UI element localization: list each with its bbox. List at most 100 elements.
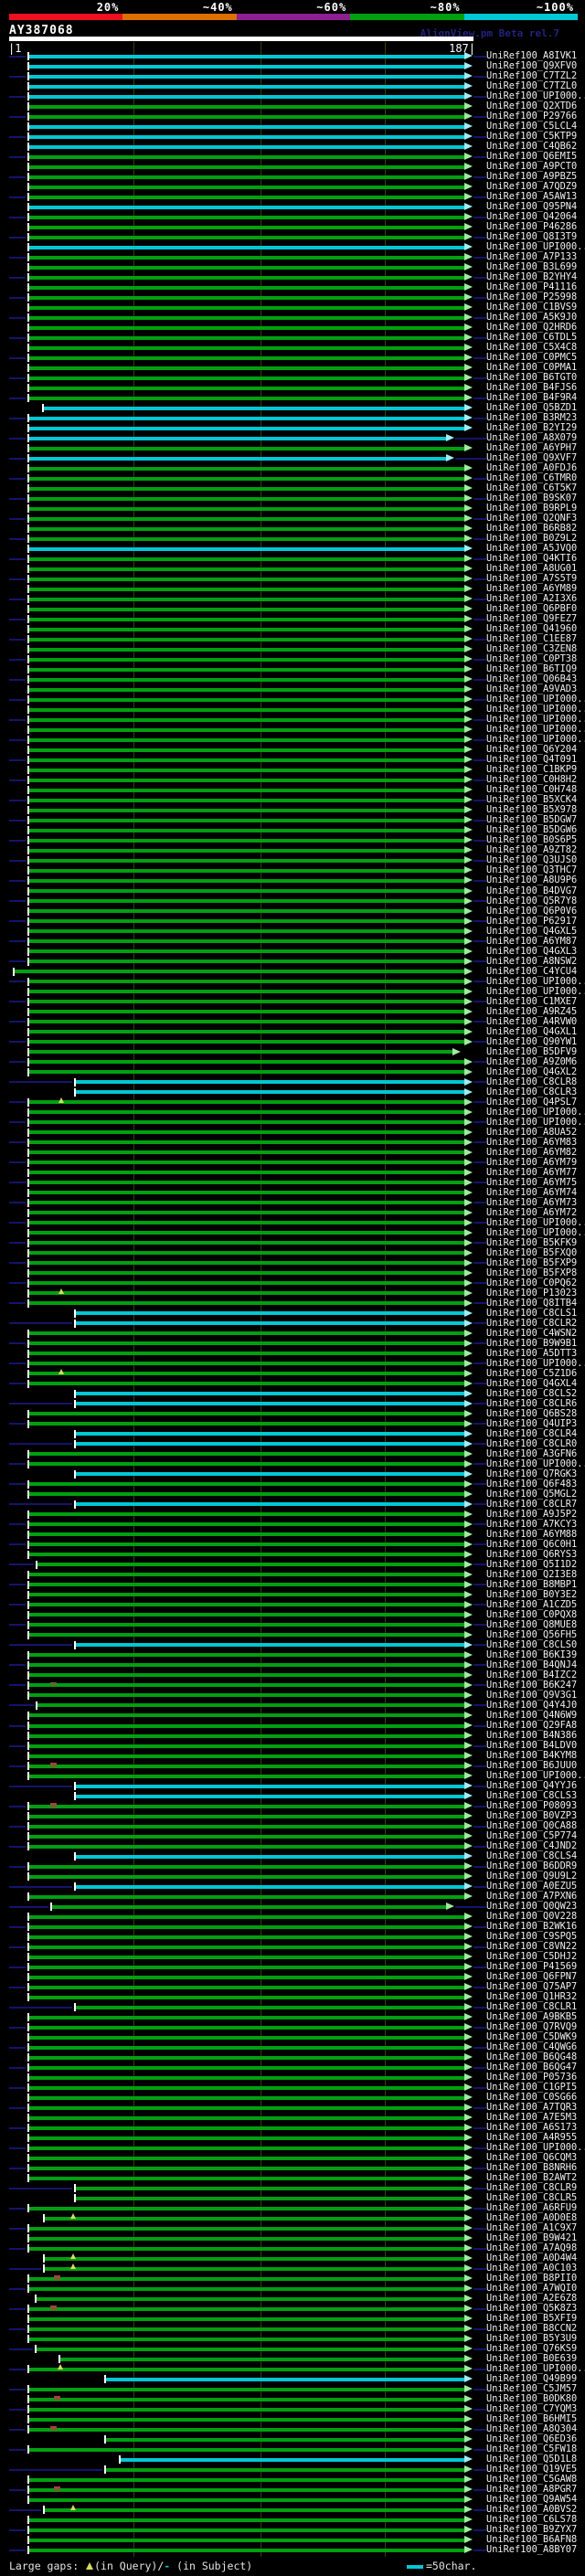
- alignment-bar[interactable]: [29, 1301, 464, 1306]
- alignment-bar[interactable]: [29, 1613, 464, 1617]
- alignment-row[interactable]: UniRef100_A8UA52: [0, 1127, 585, 1138]
- alignment-bar[interactable]: [76, 1311, 464, 1316]
- alignment-row[interactable]: UniRef100_A6YM79: [0, 1157, 585, 1168]
- alignment-bar[interactable]: [76, 2005, 464, 2009]
- alignment-bar[interactable]: [29, 878, 464, 883]
- alignment-row[interactable]: UniRef100_UPI000..: [0, 976, 585, 987]
- alignment-bar[interactable]: [29, 1945, 464, 1949]
- alignment-bar[interactable]: [29, 1723, 464, 1728]
- hit-label[interactable]: UniRef100_UPI000..: [486, 986, 585, 997]
- alignment-bar[interactable]: [29, 94, 464, 99]
- hit-label[interactable]: UniRef100_A9RZ45: [486, 1006, 577, 1017]
- alignment-bar[interactable]: [29, 990, 464, 994]
- alignment-row[interactable]: UniRef100_A8BY07: [0, 2545, 585, 2555]
- alignment-bar[interactable]: [29, 2427, 464, 2432]
- alignment-bar[interactable]: [29, 376, 464, 380]
- alignment-bar[interactable]: [29, 2085, 464, 2090]
- alignment-bar[interactable]: [29, 577, 464, 581]
- alignment-bar[interactable]: [29, 496, 464, 501]
- hit-label[interactable]: UniRef100_UPI000..: [486, 976, 585, 987]
- alignment-bar[interactable]: [76, 1854, 464, 1859]
- hit-label[interactable]: UniRef100_A6YM75: [486, 1177, 577, 1188]
- alignment-bar[interactable]: [29, 2065, 464, 2070]
- alignment-bar[interactable]: [29, 1211, 464, 1215]
- alignment-bar[interactable]: [29, 335, 464, 340]
- alignment-bar[interactable]: [37, 2296, 464, 2301]
- alignment-bar[interactable]: [29, 416, 464, 420]
- alignment-bar[interactable]: [29, 717, 464, 722]
- alignment-bar[interactable]: [29, 1261, 464, 1266]
- alignment-bar[interactable]: [106, 2377, 464, 2381]
- alignment-bar[interactable]: [29, 737, 464, 742]
- alignment-bar[interactable]: [29, 1633, 464, 1638]
- alignment-bar[interactable]: [29, 1663, 464, 1668]
- alignment-row[interactable]: UniRef100_B4DVG7: [0, 885, 585, 896]
- alignment-bar[interactable]: [29, 195, 464, 199]
- alignment-bar[interactable]: [29, 1713, 464, 1718]
- alignment-row[interactable]: UniRef100_A8U9P6: [0, 875, 585, 885]
- alignment-bar[interactable]: [76, 1090, 464, 1095]
- alignment-bar[interactable]: [29, 1281, 464, 1286]
- alignment-bar[interactable]: [29, 1030, 464, 1034]
- alignment-row[interactable]: UniRef100_A8NSW2: [0, 956, 585, 967]
- alignment-bar[interactable]: [29, 486, 464, 491]
- hit-label[interactable]: UniRef100_A9Z0M6: [486, 1056, 577, 1067]
- alignment-bar[interactable]: [29, 1241, 464, 1246]
- alignment-row[interactable]: UniRef100_Q4GXL2: [0, 1066, 585, 1077]
- alignment-bar[interactable]: [76, 1402, 464, 1406]
- alignment-bar[interactable]: [60, 2357, 464, 2361]
- alignment-bar[interactable]: [29, 808, 464, 812]
- alignment-bar[interactable]: [29, 1623, 464, 1627]
- alignment-bar[interactable]: [29, 747, 464, 752]
- alignment-row[interactable]: UniRef100_Q90YW1: [0, 1036, 585, 1047]
- alignment-bar[interactable]: [29, 758, 464, 762]
- alignment-bar[interactable]: [29, 788, 464, 792]
- alignment-bar[interactable]: [29, 366, 464, 370]
- alignment-bar[interactable]: [29, 889, 464, 893]
- alignment-bar[interactable]: [29, 185, 464, 189]
- alignment-bar[interactable]: [29, 325, 464, 330]
- alignment-bar[interactable]: [29, 1271, 464, 1276]
- alignment-bar[interactable]: [29, 1331, 464, 1336]
- alignment-bar[interactable]: [29, 1683, 464, 1688]
- alignment-bar[interactable]: [29, 1452, 464, 1457]
- alignment-bar[interactable]: [45, 2266, 464, 2271]
- hit-label[interactable]: UniRef100_Q5R7Y8: [486, 896, 577, 906]
- alignment-bar[interactable]: [29, 2115, 464, 2120]
- alignment-bar[interactable]: [29, 1935, 464, 1939]
- hit-label[interactable]: UniRef100_A6YM82: [486, 1147, 577, 1158]
- alignment-bar[interactable]: [29, 1975, 464, 1979]
- alignment-bar[interactable]: [29, 466, 464, 471]
- hit-label[interactable]: UniRef100_A6YM79: [486, 1157, 577, 1168]
- alignment-bar[interactable]: [29, 1040, 464, 1044]
- alignment-bar[interactable]: [29, 2477, 464, 2482]
- alignment-bar[interactable]: [29, 1532, 464, 1537]
- alignment-bar[interactable]: [29, 2327, 464, 2331]
- alignment-bar[interactable]: [29, 546, 464, 551]
- alignment-bar[interactable]: [29, 1804, 464, 1808]
- alignment-bar[interactable]: [29, 1573, 464, 1577]
- hit-label[interactable]: UniRef100_A8NSW2: [486, 956, 577, 967]
- alignment-bar[interactable]: [29, 396, 464, 400]
- alignment-bar[interactable]: [29, 235, 464, 239]
- alignment-bar[interactable]: [29, 2306, 464, 2311]
- alignment-bar[interactable]: [29, 1955, 464, 1959]
- alignment-bar[interactable]: [29, 1382, 464, 1386]
- alignment-bar[interactable]: [29, 1422, 464, 1426]
- alignment-bar[interactable]: [76, 1442, 464, 1447]
- alignment-bar[interactable]: [29, 949, 464, 954]
- alignment-bar[interactable]: [76, 1884, 464, 1889]
- alignment-bar[interactable]: [29, 2095, 464, 2100]
- hit-label[interactable]: UniRef100_A6YM87: [486, 936, 577, 947]
- alignment-bar[interactable]: [29, 959, 464, 964]
- alignment-bar[interactable]: [29, 124, 464, 129]
- alignment-bar[interactable]: [45, 2256, 464, 2261]
- hit-label[interactable]: UniRef100_A8U9P6: [486, 875, 577, 885]
- alignment-bar[interactable]: [29, 2206, 464, 2210]
- alignment-bar[interactable]: [29, 697, 464, 702]
- alignment-bar[interactable]: [44, 406, 464, 410]
- alignment-bar[interactable]: [29, 2487, 464, 2492]
- alignment-bar[interactable]: [29, 2447, 464, 2452]
- alignment-bar[interactable]: [29, 1864, 464, 1869]
- alignment-row[interactable]: UniRef100_Q5R7Y8: [0, 896, 585, 906]
